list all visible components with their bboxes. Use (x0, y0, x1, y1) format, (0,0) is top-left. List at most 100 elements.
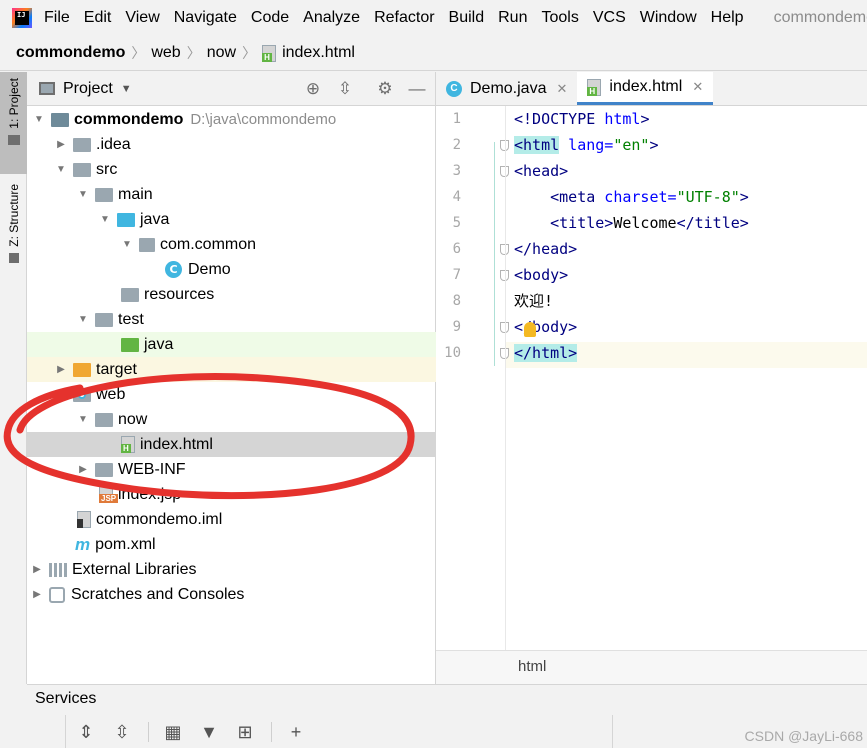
library-icon (49, 562, 67, 577)
menu-tools[interactable]: Tools (541, 9, 578, 27)
chevron-down-icon[interactable]: ▼ (55, 389, 67, 400)
locate-file-icon[interactable]: ⊕ (303, 79, 323, 99)
chevron-right-icon[interactable]: ▶ (55, 139, 67, 150)
filter-icon[interactable]: ▼ (199, 722, 219, 743)
breadcrumb-project[interactable]: commondemo (16, 44, 125, 62)
breadcrumb-web[interactable]: web (151, 44, 180, 62)
web-folder-icon (73, 387, 91, 402)
tree-item-index-html[interactable]: H index.html (27, 432, 436, 457)
tab-label: Demo.java (470, 79, 547, 97)
close-icon[interactable]: ✕ (556, 81, 567, 97)
lightbulb-icon[interactable] (524, 322, 536, 337)
tree-item-web-inf[interactable]: ▶ WEB-INF (27, 457, 436, 482)
tree-item-test[interactable]: ▼ test (27, 307, 436, 332)
close-icon[interactable]: ✕ (692, 79, 703, 95)
menu-run[interactable]: Run (498, 9, 527, 27)
module-folder-icon (51, 112, 69, 127)
tab-demo-java[interactable]: C Demo.java ✕ (436, 72, 577, 105)
tree-item-demo-class[interactable]: C Demo (27, 257, 436, 282)
tree-item-label: commondemo (74, 110, 184, 128)
folder-icon (7, 134, 20, 145)
tree-item-web[interactable]: ▼ web (27, 382, 436, 407)
source-folder-icon (117, 212, 135, 227)
menu-vcs[interactable]: VCS (593, 9, 626, 27)
group-by-icon[interactable]: ▦ (163, 722, 183, 743)
tree-item-pom-xml[interactable]: m pom.xml (27, 532, 436, 557)
tree-item-commondemo[interactable]: ▼ commondemo D:\java\commondemo (27, 107, 436, 132)
tree-item-scratches[interactable]: ▶ Scratches and Consoles (27, 582, 436, 607)
code-line-2[interactable]: <html lang="en"> (514, 132, 659, 158)
tree-item-src[interactable]: ▼ src (27, 157, 436, 182)
code-line-8[interactable]: 欢迎! (514, 288, 553, 314)
tree-item-label: web (96, 385, 126, 403)
tree-item-target[interactable]: ▶ target (27, 357, 436, 382)
menu-code[interactable]: Code (251, 9, 289, 27)
tool-tab-project[interactable]: 1: Project (0, 72, 27, 174)
chevron-down-icon[interactable]: ▼ (121, 239, 133, 250)
add-icon[interactable]: + (286, 722, 306, 743)
chevron-down-icon[interactable]: ▼ (99, 214, 111, 225)
menu-window[interactable]: Window (640, 9, 697, 27)
chevron-down-icon[interactable]: ▼ (77, 414, 89, 425)
collapse-all-icon[interactable]: ⇳ (112, 722, 132, 743)
chevron-down-icon[interactable]: ▼ (55, 164, 67, 175)
minimize-icon[interactable]: — (407, 79, 427, 99)
tree-item-resources[interactable]: resources (27, 282, 436, 307)
breadcrumb-file[interactable]: index.html (282, 44, 355, 62)
code-line-3[interactable]: <head> (514, 158, 568, 184)
tree-item-index-jsp[interactable]: JSP index.jsp (27, 482, 436, 507)
menu-help[interactable]: Help (711, 9, 744, 27)
chevron-down-icon[interactable]: ▼ (77, 189, 89, 200)
gear-icon[interactable]: ⚙ (375, 79, 395, 99)
chevron-right-icon[interactable]: ▶ (77, 464, 89, 475)
tree-item-external-libraries[interactable]: ▶ External Libraries (27, 557, 436, 582)
tree-item-main[interactable]: ▼ main (27, 182, 436, 207)
line-number: 1 (452, 111, 461, 127)
tree-item-label: java (144, 335, 174, 353)
tree-item-commondemo-iml[interactable]: commondemo.iml (27, 507, 436, 532)
code-line-5[interactable]: <title>Welcome</title> (514, 210, 749, 236)
code-token: html (604, 110, 641, 128)
excluded-folder-icon (73, 362, 91, 377)
editor-breadcrumb-bar: html (436, 650, 867, 684)
tree-item-label: pom.xml (95, 535, 156, 553)
tree-item-idea[interactable]: ▶ .idea (27, 132, 436, 157)
expand-all-icon[interactable]: ⇕ (76, 722, 96, 743)
menu-build[interactable]: Build (449, 9, 485, 27)
tree-item-now[interactable]: ▼ now (27, 407, 436, 432)
menu-edit[interactable]: Edit (84, 9, 112, 27)
services-title[interactable]: Services (35, 690, 96, 708)
breadcrumb-now[interactable]: now (207, 44, 236, 62)
jsp-file-icon: JSP (99, 486, 119, 503)
project-view-title[interactable]: Project (63, 80, 113, 98)
tool-tab-project-label: 1: Project (6, 78, 21, 129)
tree-item-java-test[interactable]: java (27, 332, 436, 357)
chevron-down-icon[interactable]: ▼ (77, 314, 89, 325)
editor-context-label[interactable]: html (518, 658, 546, 675)
collapse-all-icon[interactable]: ⇳ (335, 79, 355, 99)
chevron-down-icon[interactable]: ▼ (121, 83, 132, 95)
tool-tab-structure[interactable]: Z: Structure (0, 184, 27, 284)
chevron-right-icon[interactable]: ▶ (55, 364, 67, 375)
code-line-7[interactable]: <body> (514, 262, 568, 288)
menu-analyze[interactable]: Analyze (303, 9, 360, 27)
project-panel-header: Project ▼ ⊕ ⇳ ⚙ — (27, 72, 435, 106)
tree-item-label: .idea (96, 135, 131, 153)
menu-file[interactable]: File (44, 9, 70, 27)
tree-item-java-main[interactable]: ▼ java (27, 207, 436, 232)
menu-view[interactable]: View (125, 9, 159, 27)
code-line-4[interactable]: <meta charset="UTF-8"> (514, 184, 749, 210)
tab-index-html[interactable]: H index.html ✕ (577, 72, 714, 105)
tree-item-com-common[interactable]: ▼ com.common (27, 232, 436, 257)
new-tab-icon[interactable]: ⊞ (235, 722, 255, 743)
code-line-1[interactable]: <!DOCTYPE html> (514, 106, 649, 132)
chevron-right-icon[interactable]: ▶ (31, 564, 43, 575)
code-line-10[interactable]: </html> (514, 340, 578, 366)
line-number: 4 (452, 189, 461, 205)
code-token: <!DOCTYPE (514, 110, 605, 128)
chevron-right-icon[interactable]: ▶ (31, 589, 43, 600)
menu-refactor[interactable]: Refactor (374, 9, 434, 27)
chevron-down-icon[interactable]: ▼ (33, 114, 45, 125)
code-line-6[interactable]: </head> (514, 236, 577, 262)
menu-navigate[interactable]: Navigate (174, 9, 237, 27)
